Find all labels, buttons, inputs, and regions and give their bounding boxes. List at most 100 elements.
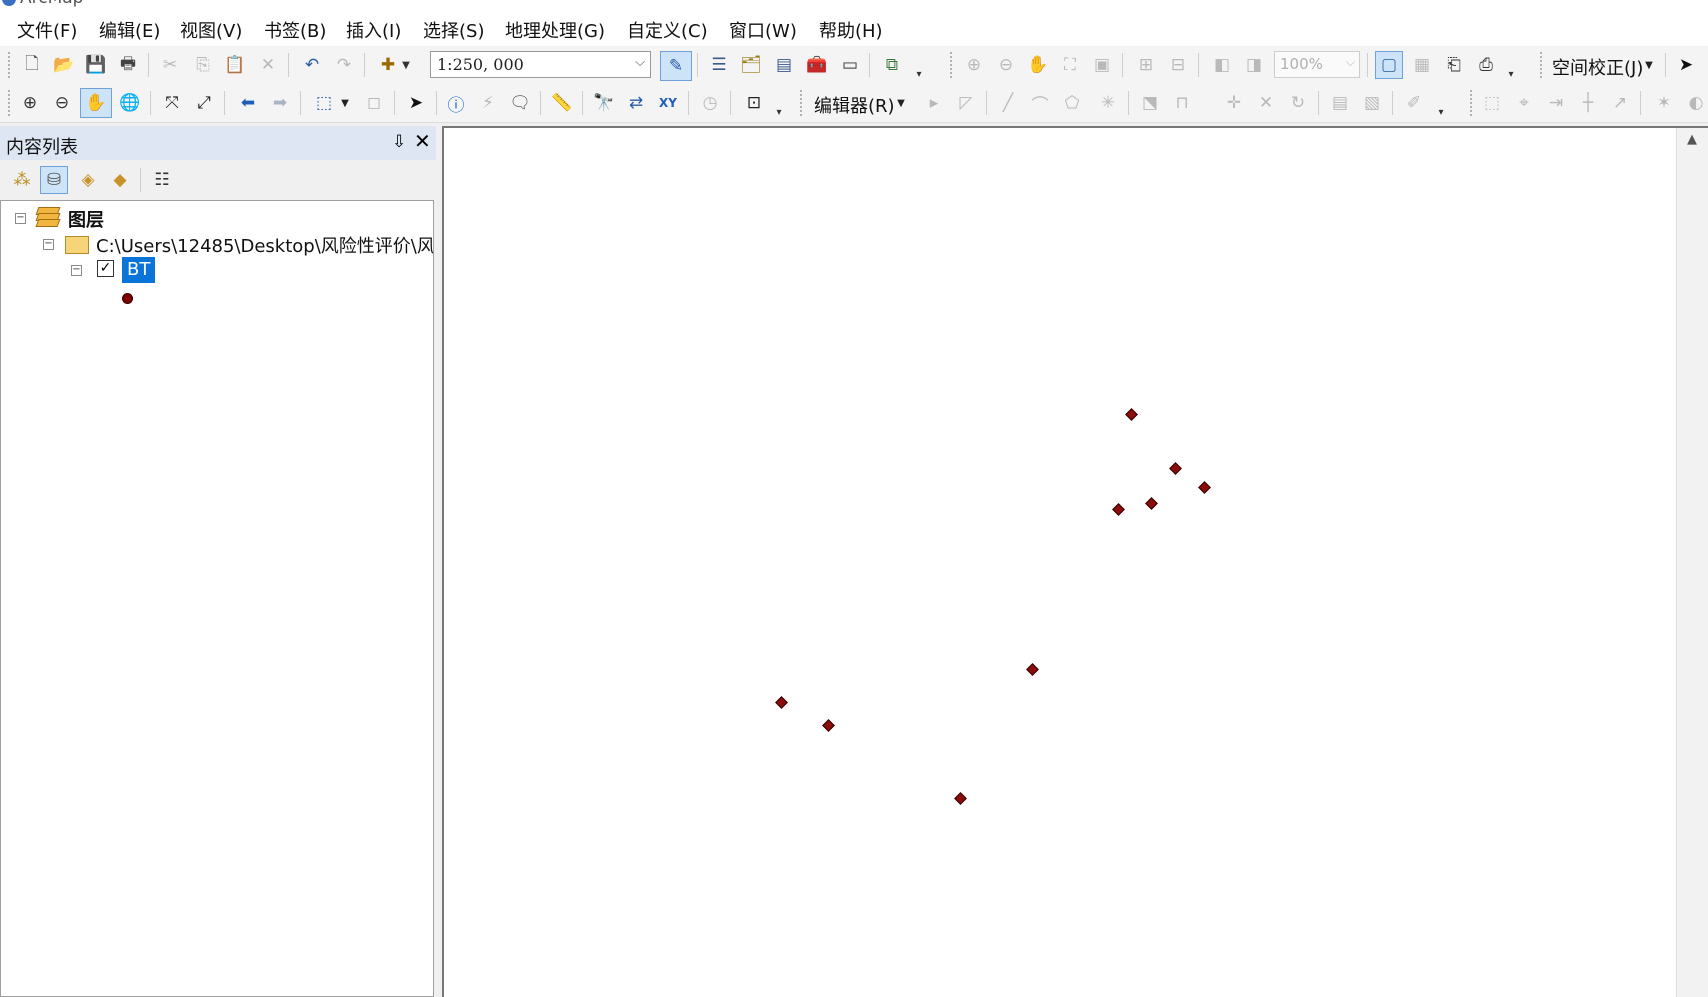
measure-icon[interactable]: 📏 <box>548 89 576 117</box>
redo-icon[interactable]: ↷ <box>330 51 358 79</box>
identity-link-icon[interactable]: ↗ <box>1606 89 1634 117</box>
list-by-drawing-order-icon[interactable]: ⁂ <box>8 166 36 194</box>
editor-toolbar-icon[interactable]: ✎ <box>660 51 692 81</box>
previous-extent-icon[interactable]: ◧ <box>1208 51 1236 79</box>
change-layout-icon[interactable]: ⎗ <box>1440 51 1468 79</box>
identify-icon[interactable]: ⓘ <box>442 89 470 117</box>
zoom-whole-page-icon[interactable]: ⛶ <box>1056 51 1084 79</box>
pin-icon[interactable]: ⇩ <box>392 132 406 152</box>
next-extent-icon[interactable]: ◨ <box>1240 51 1268 79</box>
find-route-icon[interactable]: ⇄ <box>622 89 650 117</box>
toolbar-grip[interactable] <box>1540 52 1545 78</box>
trace-icon[interactable]: ⬠ <box>1058 89 1086 117</box>
menu-customize[interactable]: 自定义(C) <box>627 17 708 43</box>
toolbar-grip[interactable] <box>800 90 805 116</box>
edit-vertices-icon[interactable]: ⬔ <box>1136 89 1164 117</box>
add-control-points-icon[interactable]: ⌖ <box>1510 89 1538 117</box>
menu-windows[interactable]: 窗口(W) <box>729 17 797 43</box>
zoom-in-icon[interactable]: ⊕ <box>16 89 44 117</box>
table-of-contents-icon[interactable]: ☰ <box>705 51 733 79</box>
layout-zoom-combobox[interactable]: 100% ⌵ <box>1274 51 1360 78</box>
fixed-zoom-out-icon[interactable]: ⤢ <box>190 89 218 117</box>
menu-help[interactable]: 帮助(H) <box>819 17 883 43</box>
toolbar-grip[interactable] <box>950 52 955 78</box>
arctoolbox-icon[interactable]: 🧰 <box>803 51 831 79</box>
zoom-out-icon[interactable]: ⊖ <box>48 89 76 117</box>
map-point-feature[interactable] <box>1169 462 1182 475</box>
new-document-icon[interactable]: 🗋 <box>18 51 46 79</box>
map-canvas[interactable] <box>444 128 1674 997</box>
select-elements-icon[interactable]: ➤ <box>402 89 430 117</box>
edit-tool-icon[interactable]: ▸ <box>920 89 948 117</box>
collapse-icon[interactable]: − <box>71 265 82 276</box>
map-point-feature[interactable] <box>775 696 788 709</box>
georeferencing-dropdown-icon[interactable]: ▼ <box>1642 51 1656 79</box>
layout-zoom-out-icon[interactable]: ⊖ <box>992 51 1020 79</box>
map-point-feature[interactable] <box>1145 497 1158 510</box>
close-icon[interactable]: ✕ <box>414 129 431 153</box>
menu-file[interactable]: 文件(F) <box>17 17 77 43</box>
fixed-zoom-out-icon[interactable]: ⊟ <box>1164 51 1192 79</box>
point-icon[interactable]: ✳ <box>1094 89 1122 117</box>
cut-icon[interactable]: ✂ <box>156 51 184 79</box>
menu-edit[interactable]: 编辑(E) <box>99 17 160 43</box>
select-elements-icon[interactable]: ➤ <box>1672 51 1700 79</box>
data-driven-pages-icon[interactable]: ⎙ <box>1472 51 1500 79</box>
split-icon[interactable]: ✕ <box>1252 89 1280 117</box>
copy-icon[interactable]: ⎘ <box>189 51 217 79</box>
layout-zoom-in-icon[interactable]: ⊕ <box>960 51 988 79</box>
go-back-icon[interactable]: ⬅ <box>234 89 262 117</box>
menu-bookmarks[interactable]: 书签(B) <box>264 17 326 43</box>
new-displacement-link-icon[interactable]: ⇥ <box>1542 89 1570 117</box>
find-binoculars-icon[interactable]: 🔭 <box>590 89 618 117</box>
toc-options-icon[interactable]: ☷ <box>148 166 176 194</box>
toolbar-options-icon[interactable]: ▾ <box>1434 90 1448 118</box>
map-scale-combobox[interactable]: 1:250, 000 ⌵ <box>430 51 651 78</box>
clear-selection-icon[interactable]: ◻ <box>360 89 388 117</box>
fixed-zoom-in-icon[interactable]: ⤧ <box>158 89 186 117</box>
go-forward-icon[interactable]: ➡ <box>266 89 294 117</box>
toolbar-grip[interactable] <box>1470 90 1475 116</box>
html-popup-icon[interactable]: 🗨 <box>506 89 534 117</box>
toggle-draft-mode-icon[interactable]: ▢ <box>1375 51 1403 79</box>
toolbar-options-icon[interactable]: ▾ <box>772 90 786 118</box>
open-folder-icon[interactable]: 📂 <box>50 51 78 79</box>
save-icon[interactable]: 💾 <box>82 51 110 79</box>
edit-annotation-icon[interactable]: ◸ <box>952 89 980 117</box>
editor-dropdown-icon[interactable]: ▼ <box>894 89 908 117</box>
time-slider-icon[interactable]: ◷ <box>696 89 724 117</box>
create-viewer-window-icon[interactable]: ⊡ <box>740 89 768 117</box>
pan-icon[interactable]: ✋ <box>80 88 112 118</box>
cut-polygons-icon[interactable]: ✛ <box>1220 89 1248 117</box>
focus-data-frame-icon[interactable]: ▦ <box>1408 51 1436 79</box>
menu-view[interactable]: 视图(V) <box>180 17 242 43</box>
attributes-icon[interactable]: ▤ <box>1326 89 1354 117</box>
collapse-icon[interactable]: − <box>15 213 26 224</box>
hyperlink-icon[interactable]: ⚡ <box>474 89 502 117</box>
point-symbol-icon[interactable] <box>122 293 133 304</box>
map-point-feature[interactable] <box>1125 408 1138 421</box>
menu-geoprocessing[interactable]: 地理处理(G) <box>505 17 605 43</box>
layer-visibility-checkbox[interactable]: ✓ <box>97 260 114 277</box>
paste-icon[interactable]: 📋 <box>221 51 249 79</box>
full-extent-icon[interactable]: 🌐 <box>116 89 144 117</box>
select-features-icon[interactable]: ⬚ <box>310 89 338 117</box>
create-features-icon[interactable]: ✐ <box>1400 89 1428 117</box>
multiple-displacement-links-icon[interactable]: ┼ <box>1574 89 1602 117</box>
data-source-path[interactable]: C:\Users\12485\Desktop\风险性评价\风险 <box>96 232 433 258</box>
toolbar-options-icon[interactable]: ▾ <box>912 52 926 80</box>
model-builder-icon[interactable]: ⧉ <box>878 51 906 79</box>
go-to-xy-icon[interactable]: XY <box>654 89 682 117</box>
fixed-zoom-in-icon[interactable]: ⊞ <box>1132 51 1160 79</box>
collapse-icon[interactable]: − <box>43 239 54 250</box>
new-limited-adjustment-icon[interactable]: ✶ <box>1650 89 1678 117</box>
reshape-feature-icon[interactable]: ⊓ <box>1168 89 1196 117</box>
map-point-feature[interactable] <box>1026 663 1039 676</box>
map-point-feature[interactable] <box>822 719 835 732</box>
map-point-feature[interactable] <box>1198 481 1211 494</box>
list-by-selection-icon[interactable]: ◆ <box>106 166 134 194</box>
list-by-visibility-icon[interactable]: ◈ <box>74 166 102 194</box>
delete-icon[interactable]: ✕ <box>254 51 282 79</box>
catalog-icon[interactable]: 🗂 <box>737 51 765 79</box>
zoom-100-percent-icon[interactable]: ▣ <box>1088 51 1116 79</box>
